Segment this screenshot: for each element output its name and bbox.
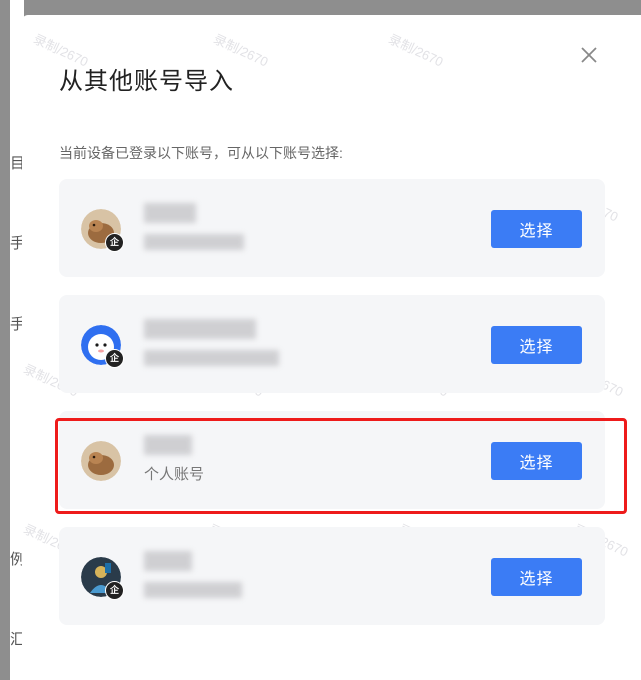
redacted-account-org xyxy=(144,350,279,366)
enterprise-badge: 企 xyxy=(105,581,124,600)
account-card: 企 选择 xyxy=(59,527,605,625)
close-button[interactable] xyxy=(577,43,601,67)
select-account-button[interactable]: 选择 xyxy=(491,210,582,248)
account-avatar: 企 xyxy=(81,557,124,600)
account-avatar xyxy=(81,441,121,481)
account-card: 企 选择 xyxy=(59,295,605,393)
enterprise-badge: 企 xyxy=(105,233,124,252)
account-card: 个人账号 选择 xyxy=(59,411,605,509)
account-avatar: 企 xyxy=(81,325,124,368)
redacted-account-name xyxy=(144,551,192,571)
close-icon[interactable] xyxy=(577,43,601,67)
redacted-account-org xyxy=(144,234,244,250)
redacted-account-name xyxy=(144,435,192,455)
select-account-button[interactable]: 选择 xyxy=(491,326,582,364)
redacted-account-name xyxy=(144,319,256,339)
account-type-label: 个人账号 xyxy=(144,466,205,483)
dialog-title: 从其他账号导入 xyxy=(59,68,234,95)
dialog-subtitle: 当前设备已登录以下账号，可从以下账号选择: xyxy=(59,145,343,161)
watermark: 录制/2670 xyxy=(386,31,446,70)
capybara-avatar-icon xyxy=(81,441,121,481)
import-account-dialog: 录制/2670 录制/2670 录制/2670 录制/2670 录制/2670 … xyxy=(21,15,641,680)
redacted-account-name xyxy=(144,203,196,223)
account-avatar: 企 xyxy=(81,209,124,252)
enterprise-badge: 企 xyxy=(105,349,124,368)
select-account-button[interactable]: 选择 xyxy=(491,442,582,480)
select-account-button[interactable]: 选择 xyxy=(491,558,582,596)
redacted-account-org xyxy=(144,582,242,598)
account-card: 企 选择 xyxy=(59,179,605,277)
